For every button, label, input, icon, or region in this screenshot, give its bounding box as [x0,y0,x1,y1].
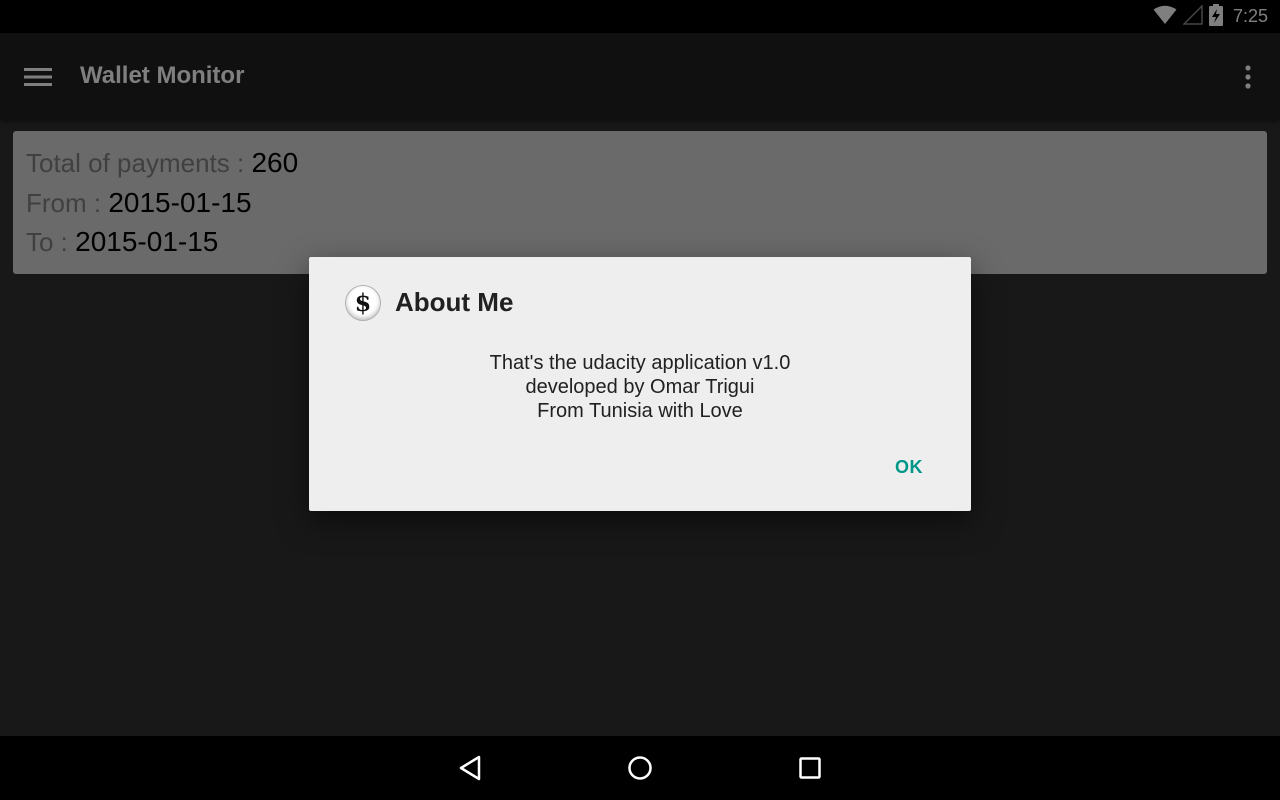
dollar-icon-glyph: $ [354,288,372,317]
dialog-message-line: developed by Omar Trigui [525,376,755,398]
ok-button[interactable]: OK [879,453,939,481]
recents-icon[interactable] [788,746,832,790]
home-icon[interactable] [618,746,662,790]
dollar-icon: $ [345,285,381,321]
dialog-message-line: That's the udacity application v1.0 [489,352,791,374]
back-icon[interactable] [448,746,492,790]
about-dialog: $ About Me That's the udacity applicatio… [309,257,971,511]
screen: 7:25 Wallet Monitor Total of payments : … [0,0,1280,800]
dialog-message: That's the udacity application v1.0 deve… [309,351,971,423]
dialog-message-line: From Tunisia with Love [537,400,743,422]
dialog-title: About Me [395,287,514,317]
navigation-bar [0,736,1280,800]
